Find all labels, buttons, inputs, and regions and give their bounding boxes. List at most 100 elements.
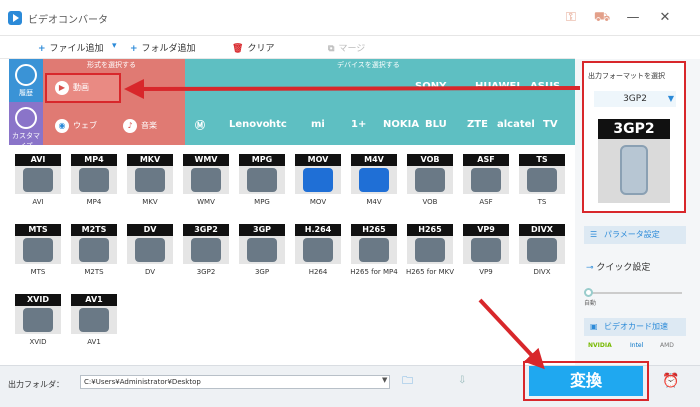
tab-web[interactable]: ◉ ウェブ — [47, 115, 97, 137]
format-graphic — [359, 238, 389, 262]
device-brand[interactable]: 1+ — [351, 119, 366, 130]
format-icon: MTS — [15, 224, 61, 264]
merge-output-icon[interactable]: ⇩ — [458, 375, 472, 387]
tab-audio[interactable]: ♪ 音楽 — [115, 115, 157, 137]
device-panel: デバイスを選択する SONY HUAWEI ASUS Lenovo htc mi 1+ NO… — [185, 59, 575, 145]
device-brand[interactable]: BLU — [425, 119, 447, 130]
format-name: DV — [144, 268, 156, 276]
clear-button[interactable]: 🗑 クリア — [232, 41, 274, 54]
quality-slider-handle[interactable] — [584, 288, 593, 297]
alarm-clock-icon[interactable]: ⏰ — [662, 372, 680, 390]
format-item[interactable]: H265 H265 for MP4 — [347, 217, 401, 281]
format-name: H264 — [308, 268, 328, 276]
gpu-vendor-list: NVIDIA Intel AMD — [584, 340, 686, 354]
output-format-select[interactable]: 3GP2 ▼ — [594, 91, 676, 107]
amd-logo[interactable]: AMD — [660, 342, 674, 349]
format-icon: VOB — [407, 154, 453, 194]
device-brand[interactable]: ZTE — [467, 119, 488, 130]
format-graphic — [23, 168, 53, 192]
quick-settings-label[interactable]: ⊸ クイック設定 — [586, 260, 650, 273]
folder-dropdown-icon[interactable]: ▼ — [382, 376, 387, 384]
format-item[interactable]: VOB VOB — [403, 147, 457, 211]
format-name: MOV — [309, 198, 327, 206]
format-icon: AVI — [15, 154, 61, 194]
format-tag: VOB — [407, 154, 453, 166]
device-brand[interactable]: ASUS — [530, 81, 560, 92]
device-brand[interactable]: SONY — [415, 81, 446, 92]
format-item[interactable]: MP4 MP4 — [67, 147, 121, 211]
format-item[interactable]: 3GP 3GP — [235, 217, 289, 281]
format-item[interactable]: MPG MPG — [235, 147, 289, 211]
format-icon: 3GP2 — [183, 224, 229, 264]
format-tag: MTS — [15, 224, 61, 236]
history-icon — [15, 64, 37, 86]
tab-video[interactable]: ▶ 動画 — [45, 73, 121, 103]
output-format-icon[interactable]: 3GP2 — [598, 119, 670, 203]
arrow-icon: ⊸ — [586, 263, 594, 273]
add-file-dropdown[interactable]: ▾ — [112, 41, 117, 51]
close-button[interactable]: ✕ — [655, 8, 675, 28]
add-file-button[interactable]: + ファイル追加 — [38, 41, 104, 54]
intel-logo[interactable]: Intel — [630, 342, 643, 349]
open-folder-icon[interactable]: 🗀 — [402, 375, 416, 387]
format-item[interactable]: AV1 AV1 — [67, 287, 121, 351]
device-brand[interactable]: mi — [311, 119, 325, 130]
format-item[interactable]: WMV WMV — [179, 147, 233, 211]
merge-button[interactable]: ⧉ マージ — [328, 41, 365, 54]
quality-slider-track[interactable] — [586, 292, 682, 294]
format-item[interactable]: ASF ASF — [459, 147, 513, 211]
key-icon[interactable]: ⚿ — [561, 8, 581, 28]
format-name: ASF — [479, 198, 493, 206]
format-item[interactable]: M2TS M2TS — [67, 217, 121, 281]
format-item[interactable]: MKV MKV — [123, 147, 177, 211]
format-item[interactable]: 3GP2 3GP2 — [179, 217, 233, 281]
slider-label: 自動 — [584, 300, 597, 307]
format-item[interactable]: H.264 H264 — [291, 217, 345, 281]
format-graphic — [303, 168, 333, 192]
format-tag: VP9 — [463, 224, 509, 236]
format-graphic — [303, 238, 333, 262]
format-item[interactable]: DIVX DIVX — [515, 217, 569, 281]
output-folder-input[interactable] — [80, 375, 390, 389]
format-item[interactable]: VP9 VP9 — [459, 217, 513, 281]
device-brand[interactable]: Lenovo — [229, 119, 270, 130]
format-graphic — [191, 168, 221, 192]
format-name: TS — [537, 198, 547, 206]
device-brand[interactable]: NOKIA — [383, 119, 419, 130]
chrome-icon: ◉ — [55, 119, 69, 133]
device-brand[interactable]: TV — [543, 119, 558, 130]
format-item[interactable]: AVI AVI — [11, 147, 65, 211]
format-name: MPG — [254, 198, 270, 206]
format-item[interactable]: XVID XVID — [11, 287, 65, 351]
minimize-button[interactable]: — — [623, 8, 643, 28]
add-folder-button[interactable]: + フォルダ追加 — [130, 41, 196, 54]
device-brand[interactable]: HUAWEI — [475, 81, 520, 92]
format-icon: M2TS — [71, 224, 117, 264]
convert-button[interactable]: 変換 — [529, 366, 643, 396]
parameter-settings-button[interactable]: ☰ パラメータ設定 — [584, 226, 686, 244]
format-item[interactable]: TS TS — [515, 147, 569, 211]
customize-button[interactable]: カスタマイズ — [9, 102, 43, 150]
format-tag: H265 — [351, 224, 397, 236]
format-name: XVID — [29, 338, 47, 346]
format-name: WMV — [197, 198, 215, 206]
history-button[interactable]: 履歴 — [9, 59, 43, 102]
format-graphic — [23, 308, 53, 332]
device-brand[interactable]: alcatel — [497, 119, 535, 130]
format-item[interactable]: M4V M4V — [347, 147, 401, 211]
gpu-acceleration-button[interactable]: ▣ ビデオカード加速 — [584, 318, 686, 336]
motorola-icon[interactable]: Ⓜ — [195, 117, 205, 132]
toolbar: + ファイル追加 ▾ + フォルダ追加 🗑 クリア ⧉ マージ — [0, 36, 575, 59]
format-item[interactable]: MTS MTS — [11, 217, 65, 281]
format-graphic — [79, 168, 109, 192]
device-brand[interactable]: htc — [269, 119, 287, 130]
format-graphic — [471, 168, 501, 192]
app-title: ビデオコンバータ — [28, 15, 108, 26]
cart-icon[interactable]: ⛟ — [592, 8, 612, 28]
nvidia-logo[interactable]: NVIDIA — [588, 342, 612, 349]
format-item[interactable]: DV DV — [123, 217, 177, 281]
output-folder-label: 出力フォルダ： — [8, 380, 64, 389]
format-graphic — [527, 168, 557, 192]
format-item[interactable]: MOV MOV — [291, 147, 345, 211]
format-item[interactable]: H265 H265 for MKV — [403, 217, 457, 281]
